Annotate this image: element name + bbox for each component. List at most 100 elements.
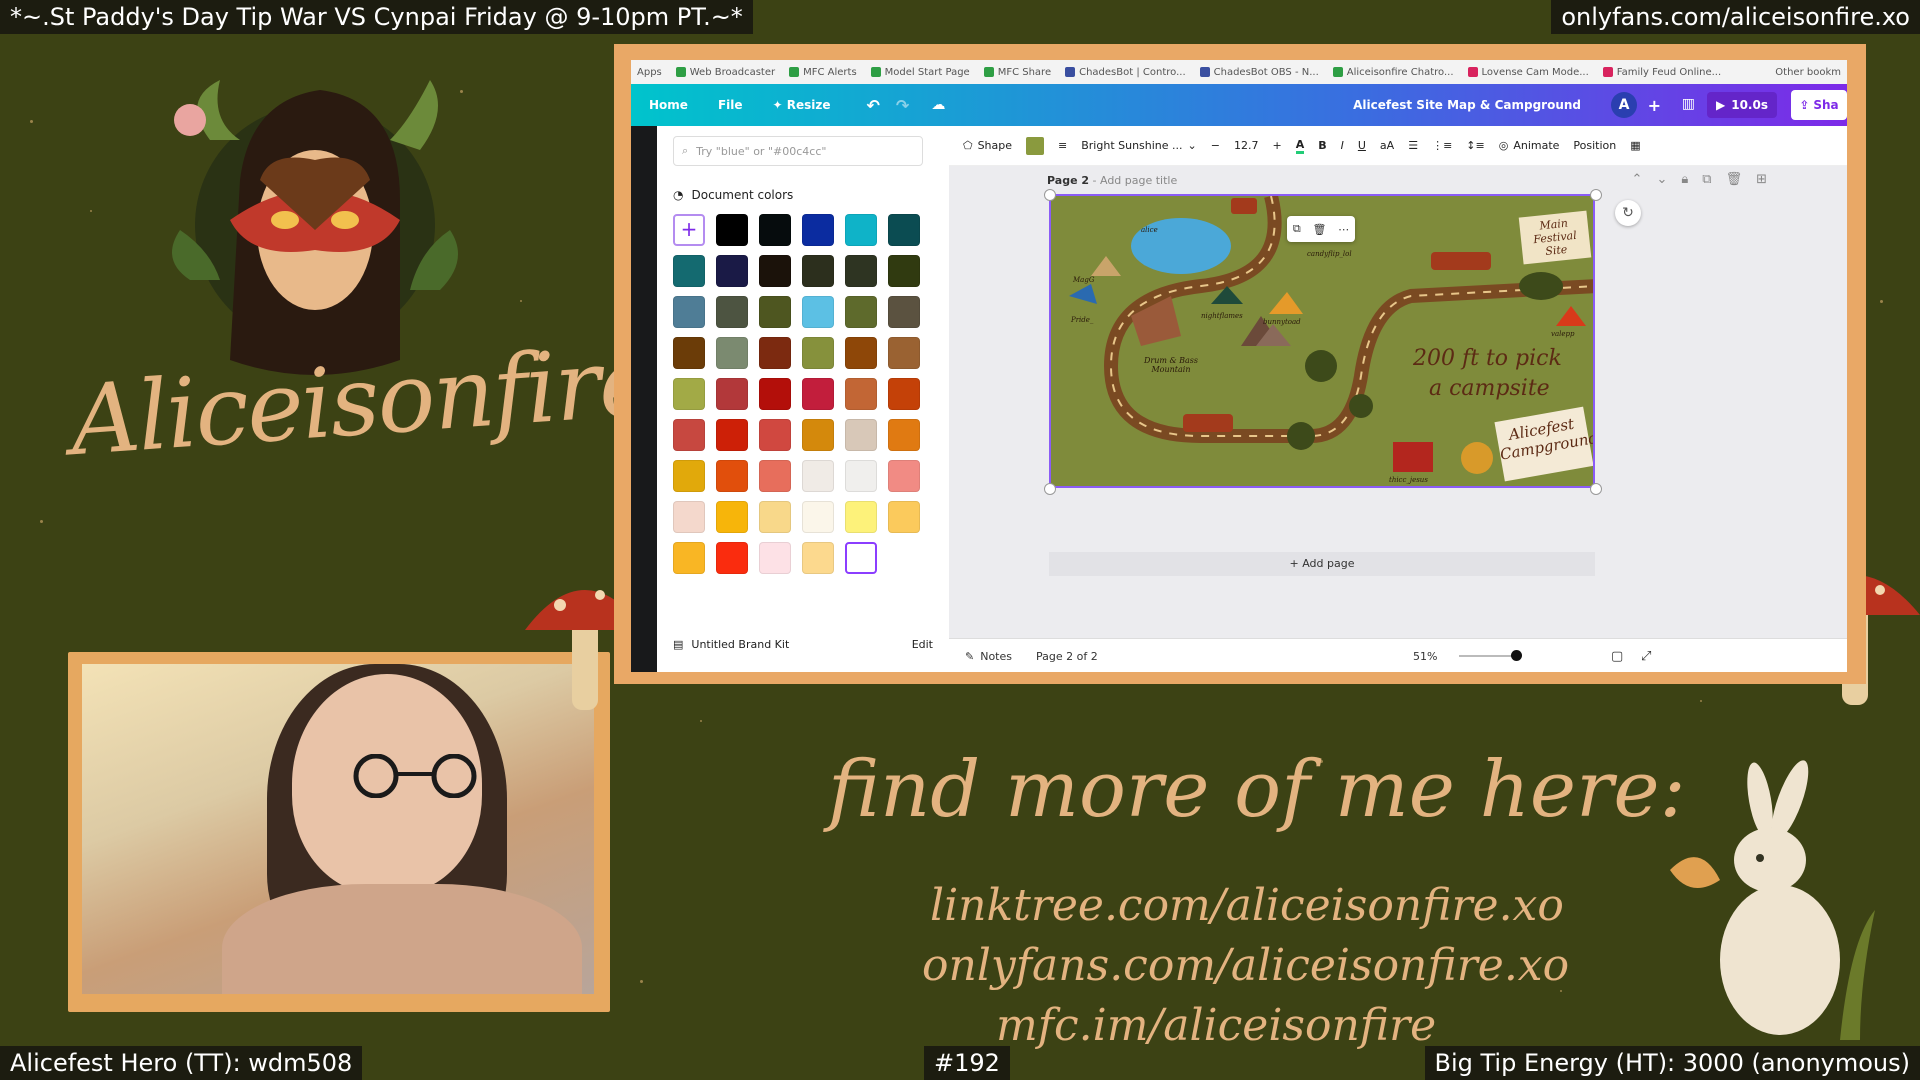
color-swatch[interactable] [802,296,834,328]
fill-color-swatch[interactable] [1026,136,1045,155]
color-swatch[interactable] [673,460,705,492]
shape-button[interactable]: ⬠ Shape [963,139,1012,152]
chevron-down-icon[interactable]: ⌄ [1656,172,1667,187]
resize-handle[interactable] [1044,483,1056,495]
present-button[interactable]: ▶ 10.0s [1707,92,1777,118]
color-swatch[interactable] [888,460,920,492]
color-swatch[interactable] [759,337,791,369]
color-swatch[interactable] [759,378,791,410]
color-swatch[interactable] [888,378,920,410]
position-button[interactable]: Position [1573,139,1616,152]
color-swatch[interactable] [759,296,791,328]
case-icon[interactable]: aA [1380,139,1394,152]
color-swatch[interactable] [759,501,791,533]
font-dropdown[interactable]: Bright Sunshine ... ⌄ [1081,139,1197,152]
fullscreen-icon[interactable]: ⤢ [1641,649,1651,664]
line-style-icon[interactable]: ≡ [1058,139,1067,152]
lock-icon[interactable]: 🔒︎ [1681,172,1688,187]
color-swatch[interactable] [845,255,877,287]
color-swatch[interactable] [845,296,877,328]
other-bookmarks[interactable]: Other bookm [1775,67,1847,78]
avatar[interactable]: A [1611,92,1637,118]
share-button[interactable]: ⇪ Sha [1791,90,1847,120]
color-swatch[interactable] [673,501,705,533]
color-swatch[interactable] [759,542,791,574]
color-swatch[interactable] [716,460,748,492]
trash-icon[interactable]: 🗑︎ [1726,172,1743,187]
color-swatch[interactable] [888,337,920,369]
duplicate-icon[interactable]: ⧉ [1702,172,1711,187]
color-swatch[interactable] [845,419,877,451]
color-swatch[interactable] [673,337,705,369]
color-swatch[interactable] [673,419,705,451]
resize-button[interactable]: ✦ Resize [773,98,831,112]
color-swatch[interactable] [845,337,877,369]
bookmark-item[interactable]: ChadesBot OBS - N... [1199,67,1319,78]
color-swatch[interactable] [759,460,791,492]
color-swatch[interactable] [845,460,877,492]
add-collaborator-icon[interactable]: + [1648,96,1661,115]
color-swatch[interactable] [716,501,748,533]
color-swatch[interactable] [802,337,834,369]
brand-kit-edit-button[interactable]: Edit [912,638,933,651]
color-swatch[interactable] [802,542,834,574]
color-swatch[interactable] [845,378,877,410]
bookmark-item[interactable]: MFC Share [983,67,1051,78]
bookmark-item[interactable]: Model Start Page [870,67,970,78]
undo-icon[interactable]: ↶ [867,96,880,115]
add-page-icon[interactable]: ⊞ [1756,172,1767,187]
underline-icon[interactable]: U [1358,139,1366,152]
color-swatch[interactable] [716,255,748,287]
redo-icon[interactable]: ↷ [896,96,909,115]
bookmark-item[interactable]: Family Feud Online... [1602,67,1721,78]
resize-handle[interactable] [1044,189,1056,201]
font-size-decrease[interactable]: − [1211,139,1220,152]
file-menu[interactable]: File [718,98,743,112]
chevron-up-icon[interactable]: ⌃ [1632,172,1643,187]
bookmark-item[interactable]: Web Broadcaster [675,67,775,78]
color-swatch[interactable] [888,255,920,287]
grid-view-icon[interactable]: ▢ [1611,649,1623,664]
color-swatch[interactable] [716,419,748,451]
zoom-slider-knob[interactable] [1511,650,1522,661]
color-swatch[interactable] [802,255,834,287]
color-swatch[interactable] [716,337,748,369]
color-swatch[interactable] [802,214,834,246]
font-size-input[interactable]: 12.7 [1234,139,1259,152]
color-swatch[interactable] [716,542,748,574]
list-icon[interactable]: ⋮≡ [1432,139,1452,152]
color-swatch[interactable] [888,419,920,451]
resize-handle[interactable] [1590,189,1602,201]
color-swatch[interactable] [888,501,920,533]
color-swatch[interactable] [673,378,705,410]
color-swatch[interactable] [888,214,920,246]
align-icon[interactable]: ☰ [1408,139,1418,152]
transparency-icon[interactable]: ▦ [1630,139,1640,152]
rotate-icon[interactable]: ↻ [1615,200,1641,226]
color-swatch[interactable] [802,378,834,410]
zoom-percentage[interactable]: 51% [1413,650,1437,663]
cloud-save-icon[interactable]: ☁ [931,97,945,113]
trash-icon[interactable]: 🗑︎ [1312,223,1326,236]
add-page-button[interactable]: + Add page [1049,552,1595,576]
color-swatch-selected[interactable] [845,542,877,574]
insights-icon[interactable]: ▥ [1682,96,1695,112]
spacing-icon[interactable]: ↕≡ [1466,139,1484,152]
color-swatch[interactable] [716,296,748,328]
color-swatch[interactable] [759,419,791,451]
color-swatch[interactable] [759,214,791,246]
bold-icon[interactable]: B [1318,139,1326,152]
bookmark-item[interactable]: Apps [637,67,662,78]
color-swatch[interactable] [802,419,834,451]
color-swatch[interactable] [845,501,877,533]
text-color-icon[interactable]: A [1295,138,1305,154]
color-search-input[interactable]: ⌕ Try "blue" or "#00c4cc" [673,136,923,166]
bookmark-item[interactable]: Aliceisonfire Chatro... [1332,67,1454,78]
bookmark-item[interactable]: Lovense Cam Mode... [1467,67,1589,78]
page-title-input[interactable]: - Add page title [1093,174,1178,187]
color-swatch[interactable] [716,214,748,246]
color-swatch[interactable] [888,296,920,328]
color-swatch[interactable] [673,542,705,574]
color-swatch[interactable] [802,501,834,533]
color-swatch[interactable] [759,255,791,287]
